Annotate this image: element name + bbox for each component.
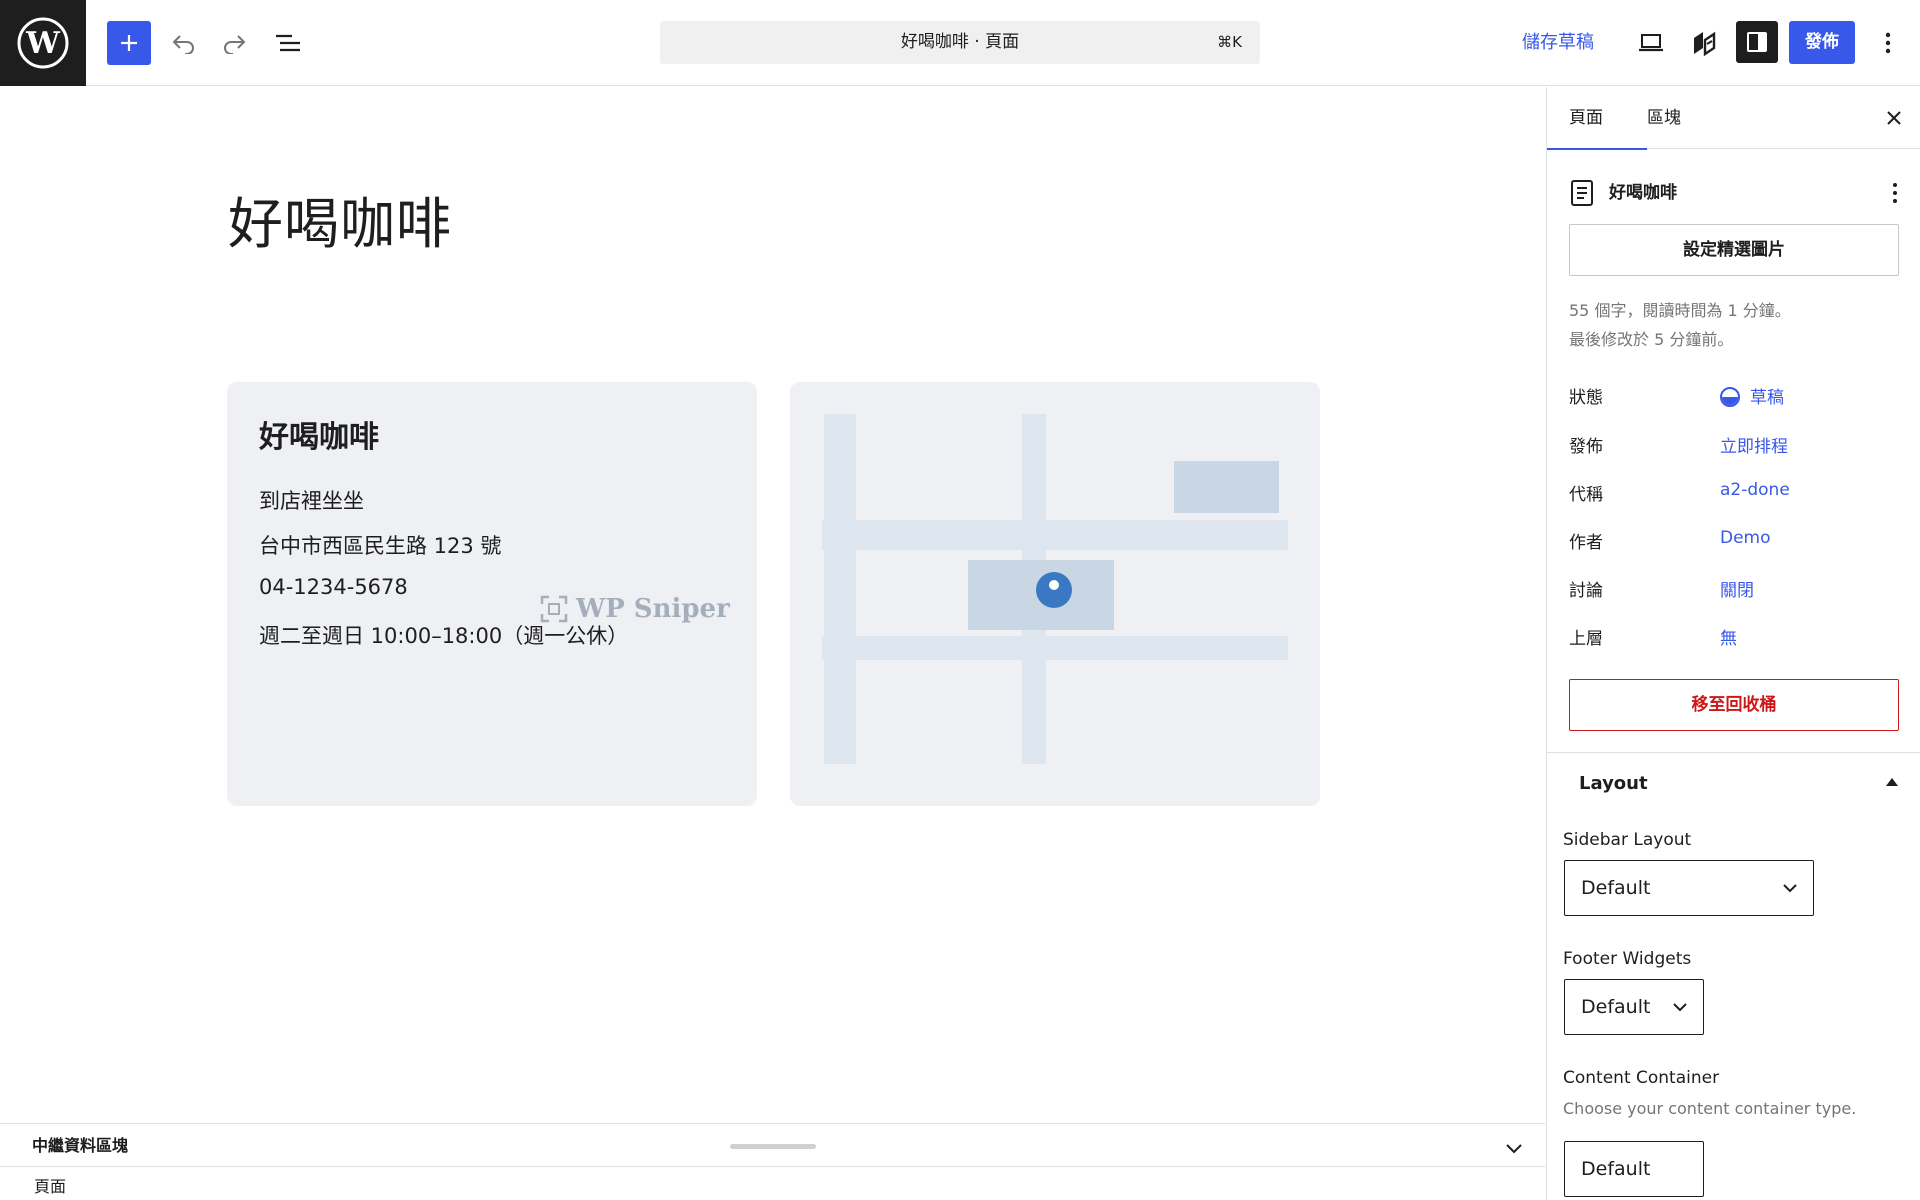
content-container-select[interactable]: Default	[1564, 1141, 1704, 1197]
undo-button[interactable]	[162, 21, 206, 65]
command-palette-bar[interactable]: 好喝咖啡 · 頁面 ⌘K	[660, 21, 1260, 64]
card-address[interactable]: 台中市西區民生路 123 號	[259, 530, 501, 560]
save-draft-button[interactable]: 儲存草稿	[1522, 21, 1594, 65]
tab-block[interactable]: 區塊	[1647, 87, 1681, 149]
set-featured-image-button[interactable]: 設定精選圖片	[1569, 224, 1899, 276]
parent-label: 上層	[1569, 629, 1603, 649]
options-button[interactable]	[1868, 21, 1908, 65]
watermark-logo-icon	[540, 595, 568, 623]
wordpress-logo[interactable]: W	[0, 0, 86, 86]
list-view-button[interactable]	[266, 21, 310, 65]
author-value[interactable]: Demo	[1720, 528, 1771, 548]
page-icon	[1571, 180, 1593, 206]
footer-widgets-value: Default	[1581, 996, 1651, 1018]
discussion-label: 討論	[1569, 581, 1603, 601]
footer-widgets-select[interactable]: Default	[1564, 979, 1704, 1035]
sidebar-layout-value: Default	[1581, 877, 1651, 899]
chevron-down-icon	[1673, 1003, 1687, 1012]
divider	[1547, 752, 1920, 753]
caret-up-icon[interactable]	[1886, 778, 1898, 786]
status-label: 狀態	[1569, 388, 1603, 408]
slug-label: 代稱	[1569, 485, 1603, 505]
redo-icon	[224, 35, 246, 54]
watermark: WP Sniper	[540, 594, 730, 624]
status-value[interactable]: 草稿	[1720, 383, 1784, 408]
page-summary: 好喝咖啡	[1569, 175, 1909, 211]
slug-value[interactable]: a2-done	[1720, 480, 1790, 500]
status-text: 草稿	[1750, 388, 1784, 408]
tab-page[interactable]: 頁面	[1547, 87, 1647, 150]
author-label: 作者	[1569, 533, 1603, 553]
more-vertical-icon	[1893, 183, 1897, 203]
page-title[interactable]: 好喝咖啡	[228, 179, 452, 259]
layout-panel-heading[interactable]: Layout	[1579, 773, 1648, 794]
draft-status-icon	[1720, 387, 1740, 407]
watermark-text: WP Sniper	[576, 594, 730, 624]
command-shortcut: ⌘K	[1217, 33, 1242, 51]
wordpress-icon: W	[17, 17, 69, 69]
plugin-button[interactable]	[1682, 21, 1726, 65]
editor-top-toolbar: W 好喝咖啡 · 頁面 ⌘K 儲存草稿 發佈	[0, 0, 1920, 86]
card-heading[interactable]: 好喝咖啡	[259, 412, 379, 456]
undo-icon	[172, 35, 194, 54]
more-vertical-icon	[1885, 32, 1891, 54]
content-container-label: Content Container	[1563, 1068, 1720, 1088]
last-modified-text: 最後修改於 5 分鐘前。	[1569, 330, 1734, 349]
close-icon	[1887, 111, 1901, 125]
close-sidebar-button[interactable]	[1881, 105, 1907, 131]
card-phone[interactable]: 04-1234-5678	[259, 575, 408, 599]
sidebar-toggle-icon	[1747, 32, 1767, 52]
sidebar-tabs: 頁面 區塊	[1547, 87, 1920, 150]
word-count-text: 55 個字，閱讀時間為 1 分鐘。	[1569, 301, 1791, 320]
editor-canvas: 好喝咖啡 好喝咖啡 到店裡坐坐 台中市西區民生路 123 號 04-1234-5…	[0, 87, 1545, 1123]
publish-label: 發佈	[1569, 437, 1603, 457]
plus-icon	[121, 35, 137, 51]
resize-handle[interactable]	[730, 1144, 816, 1149]
block-breadcrumb[interactable]: 頁面	[34, 1173, 66, 1197]
meta-boxes-label: 中繼資料區塊	[32, 1136, 129, 1155]
map-illustration	[822, 414, 1288, 764]
card-tagline[interactable]: 到店裡坐坐	[259, 485, 364, 515]
footer-widgets-label: Footer Widgets	[1563, 949, 1692, 969]
settings-sidebar-toggle[interactable]	[1736, 21, 1778, 63]
meta-boxes-panel[interactable]: 中繼資料區塊	[0, 1123, 1545, 1167]
sidebar-layout-label: Sidebar Layout	[1563, 830, 1692, 850]
settings-sidebar: 頁面 區塊 好喝咖啡 設定精選圖片 55 個字，閱讀時間為 1 分鐘。 最後修改…	[1546, 87, 1920, 1200]
discussion-value[interactable]: 關閉	[1720, 576, 1754, 601]
jetpack-icon	[1694, 31, 1716, 56]
preview-button[interactable]	[1629, 21, 1673, 65]
parent-value[interactable]: 無	[1720, 624, 1737, 649]
svg-text:W: W	[25, 26, 61, 61]
redo-button[interactable]	[212, 21, 256, 65]
map-card[interactable]	[790, 382, 1320, 806]
publish-value[interactable]: 立即排程	[1720, 432, 1788, 457]
publish-button[interactable]: 發佈	[1789, 21, 1855, 64]
content-container-help: Choose your content container type.	[1563, 1099, 1857, 1118]
add-block-button[interactable]	[107, 21, 151, 65]
location-pin-icon	[1036, 572, 1072, 608]
content-container-value: Default	[1581, 1158, 1651, 1180]
page-actions-button[interactable]	[1881, 179, 1909, 207]
card-hours[interactable]: 週二至週日 10:00–18:00（週一公休）	[259, 620, 628, 650]
list-view-icon	[276, 34, 300, 52]
chevron-down-icon[interactable]	[1502, 1136, 1526, 1160]
document-title: 好喝咖啡 · 頁面	[900, 32, 1020, 52]
desktop-view-icon	[1639, 34, 1663, 52]
sidebar-layout-select[interactable]: Default	[1564, 860, 1814, 916]
chevron-down-icon	[1783, 884, 1797, 893]
summary-title: 好喝咖啡	[1609, 183, 1677, 203]
move-to-trash-button[interactable]: 移至回收桶	[1569, 679, 1899, 731]
